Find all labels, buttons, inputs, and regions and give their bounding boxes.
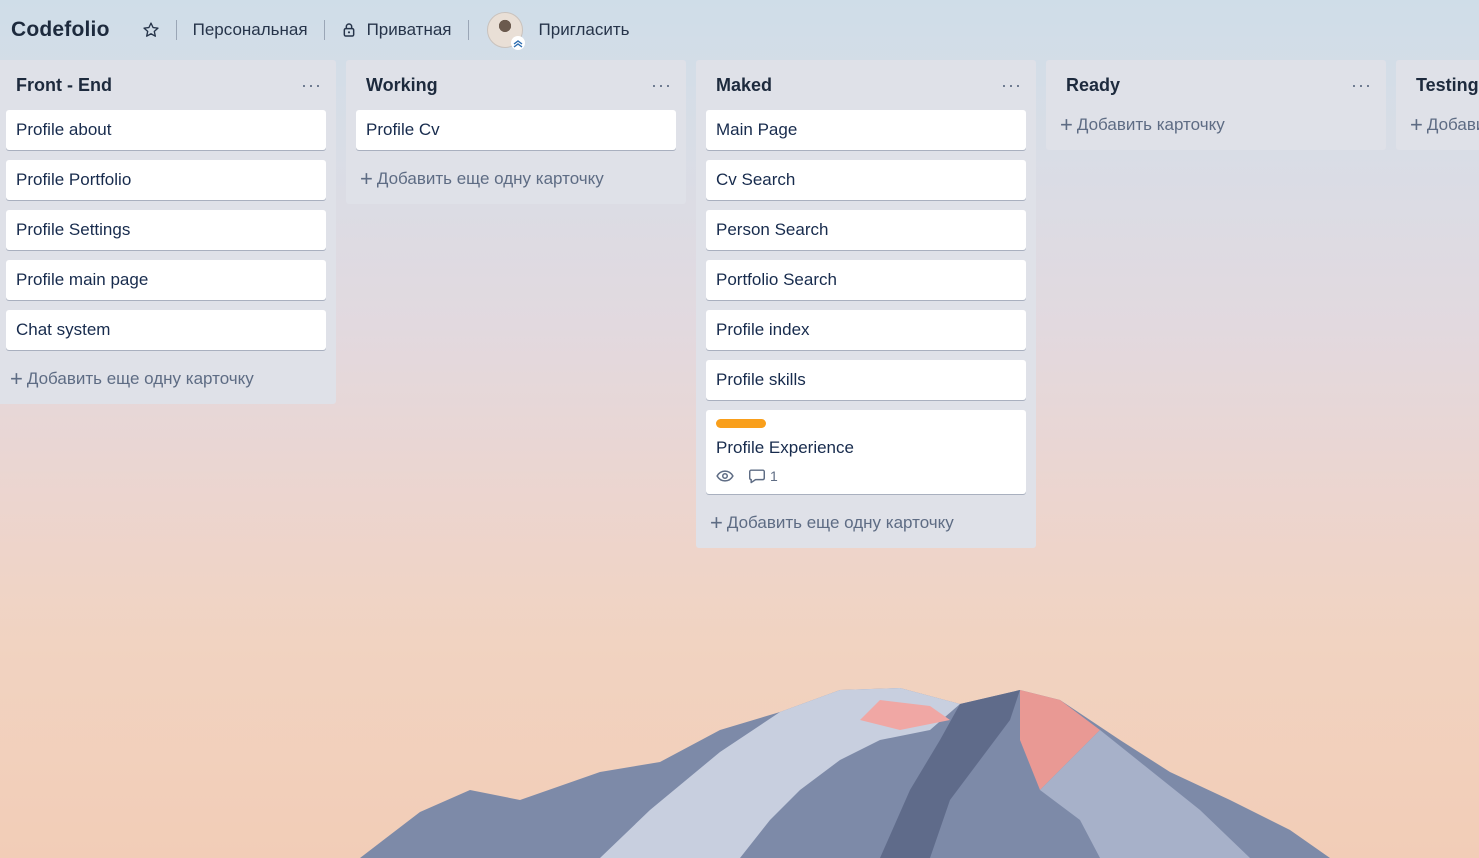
card[interactable]: Profile Settings: [6, 210, 326, 250]
comment-icon: [749, 469, 765, 484]
comments-badge: 1: [748, 468, 778, 484]
card[interactable]: Profile Portfolio: [6, 160, 326, 200]
card[interactable]: Profile index: [706, 310, 1026, 350]
member-avatar[interactable]: [486, 12, 525, 50]
add-card-label: Добавить карточку: [1426, 115, 1479, 134]
card-with-label[interactable]: Profile Experience 1: [706, 410, 1026, 494]
plus-icon: +: [360, 166, 373, 191]
add-card-button[interactable]: + Добавить еще одну карточку: [696, 504, 1036, 538]
card[interactable]: Profile skills: [706, 360, 1026, 400]
list-menu-button[interactable]: ···: [651, 75, 672, 96]
workspace-label: Персональная: [192, 20, 308, 39]
list-header: Testing: [1396, 60, 1479, 110]
privacy-button[interactable]: Приватная: [335, 14, 458, 46]
list-testing: Testing + Добавить карточку: [1396, 60, 1479, 150]
list-title[interactable]: Testing: [1416, 75, 1479, 96]
plus-icon: +: [710, 510, 723, 535]
add-card-button[interactable]: + Добавить карточку: [1396, 110, 1479, 140]
star-icon: [142, 22, 159, 37]
add-card-label: Добавить еще одну карточку: [26, 369, 254, 388]
card[interactable]: Profile about: [6, 110, 326, 150]
board-title[interactable]: Codefolio: [11, 18, 110, 42]
board-canvas: Front - End ··· Profile about Profile Po…: [0, 60, 1479, 858]
header-divider: [467, 20, 469, 40]
watching-badge: [716, 469, 734, 483]
plus-icon: +: [1060, 112, 1073, 137]
card-container: Profile about Profile Portfolio Profile …: [0, 110, 336, 350]
card[interactable]: Profile Cv: [356, 110, 676, 150]
list-maked: Maked ··· Main Page Cv Search Person Sea…: [696, 60, 1036, 548]
star-button[interactable]: [136, 14, 166, 46]
add-card-label: Добавить карточку: [1076, 115, 1225, 134]
card[interactable]: Portfolio Search: [706, 260, 1026, 300]
list-title[interactable]: Front - End: [16, 75, 112, 96]
board-header: Codefolio Персональная Приватная Приглас…: [0, 0, 1479, 60]
header-divider: [175, 20, 177, 40]
lock-icon: [343, 23, 354, 37]
invite-label: Пригласить: [538, 20, 630, 39]
card-badges: 1: [716, 468, 1016, 484]
list-title[interactable]: Maked: [716, 75, 772, 96]
list-header: Front - End ···: [0, 60, 336, 110]
list-header: Maked ···: [696, 60, 1036, 110]
plus-icon: +: [10, 366, 23, 391]
add-card-label: Добавить еще одну карточку: [376, 169, 604, 188]
list-header: Working ···: [346, 60, 686, 110]
add-card-button[interactable]: + Добавить карточку: [1046, 110, 1386, 140]
card[interactable]: Main Page: [706, 110, 1026, 150]
add-card-label: Добавить еще одну карточку: [726, 513, 954, 532]
list-menu-button[interactable]: ···: [1001, 75, 1022, 96]
plus-icon: +: [1410, 112, 1423, 137]
card[interactable]: Chat system: [6, 310, 326, 350]
admin-chevron-icon: [510, 36, 525, 50]
header-divider: [323, 20, 325, 40]
comment-count: 1: [770, 468, 778, 484]
list-ready: Ready ··· + Добавить карточку: [1046, 60, 1386, 150]
eye-icon: [716, 470, 734, 482]
card-label-orange[interactable]: [716, 419, 766, 428]
add-card-button[interactable]: + Добавить еще одну карточку: [346, 160, 686, 194]
invite-button[interactable]: Пригласить: [533, 14, 636, 46]
list-title[interactable]: Ready: [1066, 75, 1120, 96]
workspace-button[interactable]: Персональная: [187, 14, 314, 46]
card-title: Profile Experience: [716, 438, 854, 457]
list-working: Working ··· Profile Cv + Добавить еще од…: [346, 60, 686, 204]
card[interactable]: Cv Search: [706, 160, 1026, 200]
list-menu-button[interactable]: ···: [301, 75, 322, 96]
privacy-label: Приватная: [366, 20, 452, 39]
list-header: Ready ···: [1046, 60, 1386, 110]
card[interactable]: Person Search: [706, 210, 1026, 250]
card-container: Main Page Cv Search Person Search Portfo…: [696, 110, 1036, 494]
list-menu-button[interactable]: ···: [1351, 75, 1372, 96]
card[interactable]: Profile main page: [6, 260, 326, 300]
add-card-button[interactable]: + Добавить еще одну карточку: [0, 360, 336, 394]
card-container: Profile Cv: [346, 110, 686, 150]
list-title[interactable]: Working: [366, 75, 438, 96]
list-front-end: Front - End ··· Profile about Profile Po…: [0, 60, 336, 404]
